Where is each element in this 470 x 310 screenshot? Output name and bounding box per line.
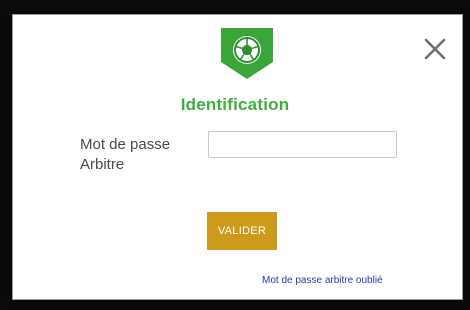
- forgot-password-link[interactable]: Mot de passe arbitre oublié: [262, 275, 383, 286]
- window-frame: Identification Mot de passe Arbitre VALI…: [0, 0, 470, 310]
- validate-button[interactable]: VALIDER: [207, 212, 277, 250]
- soccer-ball-icon: [219, 28, 275, 80]
- close-icon[interactable]: [422, 36, 448, 62]
- password-label: Mot de passe Arbitre: [80, 136, 171, 173]
- referee-password-input[interactable]: [208, 131, 397, 158]
- dialog-title: Identification: [180, 95, 290, 114]
